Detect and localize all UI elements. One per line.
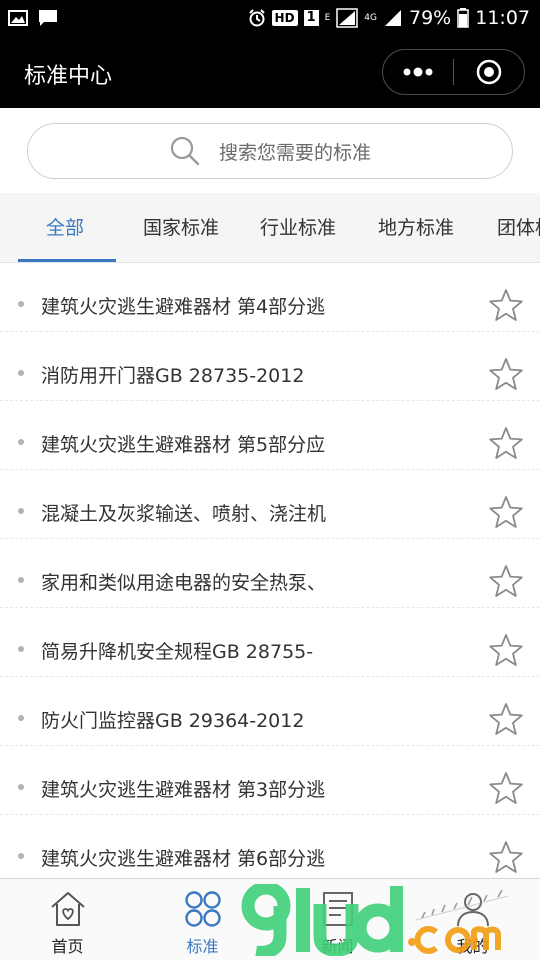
search-placeholder: 搜索您需要的标准 [218, 141, 371, 164]
standards-list: 建筑火灾逃生避难器材 第4部分逃 消防用开门器GB 28735-2012 建筑火… [0, 263, 540, 884]
tabbar-label: 首页 [51, 937, 84, 956]
miniprogram-capsule [382, 49, 525, 95]
list-item-title[interactable]: 简易升降机安全规程GB 28755- [41, 637, 461, 664]
home-icon [51, 892, 85, 926]
favorite-star-icon[interactable] [488, 633, 524, 667]
tabbar-item-standards[interactable]: 标准 [135, 879, 270, 960]
favorite-star-icon[interactable] [488, 426, 524, 460]
favorite-star-icon[interactable] [488, 357, 524, 391]
bullet-dot [18, 370, 24, 376]
list-item-title[interactable]: 建筑火灾逃生避难器材 第4部分逃 [41, 292, 461, 319]
list-item[interactable]: 简易升降机安全规程GB 28755- [0, 608, 540, 677]
gallery-notification-icon [8, 10, 28, 26]
bullet-dot [18, 439, 24, 445]
list-item-title[interactable]: 建筑火灾逃生避难器材 第3部分逃 [41, 775, 461, 802]
category-tabs: 全部 国家标准 行业标准 地方标准 团体标准 [0, 193, 540, 263]
sim-badge: 1 [303, 10, 319, 26]
tabbar-label: 我的 [456, 937, 489, 956]
list-item-title[interactable]: 家用和类似用途电器的安全热泵、 [41, 568, 461, 595]
bullet-dot [18, 853, 24, 859]
list-item-title[interactable]: 建筑火灾逃生避难器材 第5部分应 [41, 430, 461, 457]
search-input[interactable]: 搜索您需要的标准 [27, 123, 513, 179]
navigation-bar: 标准中心 [0, 36, 540, 108]
tabbar-item-home[interactable]: 首页 [0, 879, 135, 960]
bullet-dot [18, 646, 24, 652]
tabbar-item-profile[interactable]: 我的 [405, 879, 540, 960]
list-item-title[interactable]: 建筑火灾逃生避难器材 第6部分逃 [41, 844, 461, 871]
more-dots-icon [403, 67, 433, 77]
more-button[interactable] [383, 50, 453, 94]
close-miniprogram-button[interactable] [454, 50, 524, 94]
favorite-star-icon[interactable] [488, 771, 524, 805]
list-item-title[interactable]: 消防用开门器GB 28735-2012 [41, 361, 461, 388]
network-type-4g: 4G [364, 12, 377, 23]
list-item[interactable]: 建筑火灾逃生避难器材 第3部分逃 [0, 746, 540, 815]
list-item[interactable]: 建筑火灾逃生避难器材 第4部分逃 [0, 263, 540, 332]
list-item-title[interactable]: 混凝土及灰浆输送、喷射、浇注机 [41, 499, 461, 526]
search-icon [170, 136, 200, 166]
bullet-dot [18, 301, 24, 307]
status-bar: HD 1 E 4G 79% 11:07 [0, 0, 540, 36]
bottom-tab-bar: 首页 标准 新闻 我的 [0, 878, 540, 960]
search-area: 搜索您需要的标准 [0, 108, 540, 193]
favorite-star-icon[interactable] [488, 564, 524, 598]
news-icon [323, 892, 353, 926]
signal-icon-2 [383, 8, 403, 28]
list-item[interactable]: 消防用开门器GB 28735-2012 [0, 332, 540, 401]
tab-all[interactable]: 全部 [46, 213, 84, 240]
list-item[interactable]: 防火门监控器GB 29364-2012 [0, 677, 540, 746]
list-item[interactable]: 混凝土及灰浆输送、喷射、浇注机 [0, 470, 540, 539]
list-item[interactable]: 家用和类似用途电器的安全热泵、 [0, 539, 540, 608]
battery-icon [457, 8, 469, 28]
list-item-title[interactable]: 防火门监控器GB 29364-2012 [41, 706, 461, 733]
standards-grid-icon [185, 891, 221, 927]
profile-icon [457, 893, 489, 927]
page-title: 标准中心 [24, 64, 113, 89]
battery-percent: 79% [409, 7, 452, 29]
favorite-star-icon[interactable] [488, 288, 524, 322]
network-type-e: E [324, 12, 331, 23]
bullet-dot [18, 715, 24, 721]
signal-icon [336, 8, 359, 28]
tabbar-item-news[interactable]: 新闻 [270, 879, 405, 960]
tab-group-standards[interactable]: 团体标准 [497, 213, 540, 240]
active-tab-indicator [18, 259, 116, 262]
tabbar-label: 标准 [186, 937, 219, 956]
bullet-dot [18, 577, 24, 583]
close-circle-icon [476, 59, 502, 85]
favorite-star-icon[interactable] [488, 702, 524, 736]
list-item[interactable]: 建筑火灾逃生避难器材 第6部分逃 [0, 815, 540, 884]
tabbar-label: 新闻 [321, 937, 354, 956]
favorite-star-icon[interactable] [488, 495, 524, 529]
tab-local-standards[interactable]: 地方标准 [378, 213, 454, 240]
tab-national-standards[interactable]: 国家标准 [143, 213, 219, 240]
favorite-star-icon[interactable] [488, 840, 524, 874]
list-item[interactable]: 建筑火灾逃生避难器材 第5部分应 [0, 401, 540, 470]
hd-badge: HD [271, 10, 298, 26]
alarm-icon [248, 9, 266, 27]
message-notification-icon [38, 9, 58, 27]
tab-industry-standards[interactable]: 行业标准 [260, 213, 336, 240]
bullet-dot [18, 784, 24, 790]
app-screen: HD 1 E 4G 79% 11:07 标准中心 搜索您需要的标准 全部 国家标… [0, 0, 540, 960]
bullet-dot [18, 508, 24, 514]
clock: 11:07 [475, 7, 530, 29]
